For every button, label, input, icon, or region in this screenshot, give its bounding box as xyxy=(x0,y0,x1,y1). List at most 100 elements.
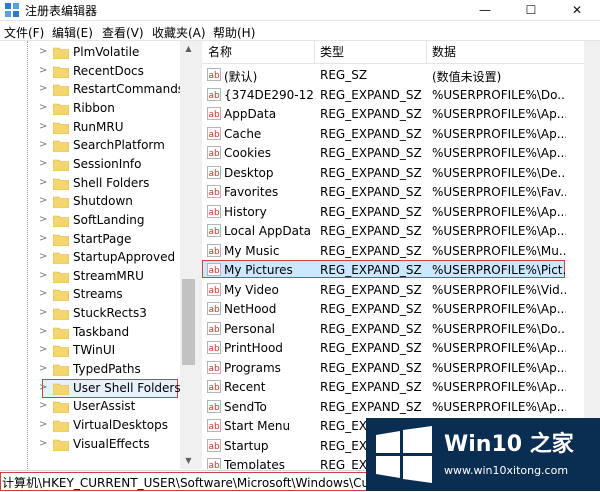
chevron-right-icon[interactable]: > xyxy=(39,288,47,300)
tree-item[interactable]: > TWinUI xyxy=(0,341,180,360)
close-button[interactable]: ✕ xyxy=(554,0,600,20)
tree-item[interactable]: > VirtualDesktops xyxy=(0,416,180,435)
value-row[interactable]: ab Programs REG_EXPAND_SZ %USERPROFILE%\Ap.… xyxy=(202,358,600,378)
folder-icon xyxy=(53,402,69,414)
chevron-right-icon[interactable]: > xyxy=(39,419,47,431)
tree-item[interactable]: > User Shell Folders xyxy=(0,378,181,398)
chevron-right-icon[interactable]: > xyxy=(39,46,47,58)
tree-item[interactable]: > StreamMRU xyxy=(0,267,180,286)
value-type: REG_EXPAND_SZ xyxy=(320,341,422,355)
chevron-right-icon[interactable]: > xyxy=(39,233,47,245)
key-tree-pane[interactable]: > PlmVolatile > RecentDocs > RestartCommands >… xyxy=(0,41,197,469)
value-row[interactable]: ab NetHood REG_EXPAND_SZ %USERPROFILE%\Ap..… xyxy=(202,299,600,319)
value-type: REG_EXPAND_SZ xyxy=(320,243,422,258)
value-name: My Pictures xyxy=(224,263,293,277)
folder-icon xyxy=(53,47,69,59)
tree-item-label: RunMRU xyxy=(73,119,124,134)
svg-text:ab: ab xyxy=(209,364,221,374)
list-scrollbar[interactable] xyxy=(584,41,600,469)
chevron-right-icon[interactable]: > xyxy=(39,139,47,151)
value-row[interactable]: ab History REG_EXPAND_SZ %USERPROFILE%\Ap..… xyxy=(202,202,600,222)
tree-item[interactable]: > VisualEffects xyxy=(0,435,180,454)
tree-item[interactable]: > SessionInfo xyxy=(0,155,180,174)
menu-help[interactable]: 帮助(H) xyxy=(213,24,255,41)
value-row[interactable]: ab PrintHood REG_EXPAND_SZ %USERPROFILE%\Ap… xyxy=(202,338,600,358)
tree-item[interactable]: > RecentDocs xyxy=(0,62,180,81)
value-row[interactable]: ab Cache REG_EXPAND_SZ %USERPROFILE%\Ap... xyxy=(202,124,600,144)
svg-text:ab: ab xyxy=(209,247,221,257)
chevron-right-icon[interactable]: > xyxy=(39,326,47,338)
value-row[interactable]: ab{374DE290-12... REG_EXPAND_SZ %USERPROFI… xyxy=(202,85,600,105)
chevron-right-icon[interactable]: > xyxy=(39,251,47,263)
tree-item[interactable]: > SearchPlatform xyxy=(0,136,180,155)
string-value-icon: ab xyxy=(207,458,221,469)
chevron-right-icon[interactable]: > xyxy=(39,270,47,282)
tree-item[interactable]: > TypedPaths xyxy=(0,360,180,379)
column-header-name[interactable]: 名称 xyxy=(202,41,314,63)
tree-item[interactable]: > StuckRects3 xyxy=(0,304,180,323)
tree-scrollbar[interactable]: ▲ ▼ xyxy=(180,41,197,469)
chevron-right-icon[interactable]: > xyxy=(39,382,47,394)
chevron-right-icon[interactable]: > xyxy=(39,438,47,450)
tree-item[interactable]: > PlmVolatile xyxy=(0,43,180,62)
menu-view[interactable]: 查看(V) xyxy=(102,24,144,41)
menu-edit[interactable]: 编辑(E) xyxy=(52,24,93,41)
value-row[interactable]: ab Recent REG_EXPAND_SZ %USERPROFILE%\Ap... xyxy=(202,377,600,397)
scroll-up-arrow-icon[interactable]: ▲ xyxy=(180,41,197,57)
tree-item[interactable]: > RestartCommands xyxy=(0,80,184,99)
scroll-down-arrow-icon[interactable]: ▼ xyxy=(180,453,197,469)
value-row[interactable]: ab Favorites REG_EXPAND_SZ %USERPROFILE%\Fa… xyxy=(202,182,600,202)
value-row[interactable]: ab Local AppData REG_EXPAND_SZ %USERPROFILE… xyxy=(202,221,600,241)
tree-item[interactable]: > Shutdown xyxy=(0,192,180,211)
chevron-right-icon[interactable]: > xyxy=(39,195,47,207)
chevron-right-icon[interactable]: > xyxy=(39,400,47,412)
tree-item[interactable]: > StartPage xyxy=(0,230,180,249)
value-row[interactable]: ab Desktop REG_EXPAND_SZ %USERPROFILE%\De..… xyxy=(202,163,600,183)
value-type: REG_EXPAND_SZ xyxy=(320,87,422,102)
value-row[interactable]: ab My Video REG_EXPAND_SZ %USERPROFILE%\Vid… xyxy=(202,280,600,300)
column-header-data[interactable]: 数据 xyxy=(426,41,576,63)
column-header-type[interactable]: 类型 xyxy=(314,41,426,63)
tree-item[interactable]: > SoftLanding xyxy=(0,211,180,230)
tree-item-label: TypedPaths xyxy=(73,362,141,377)
tree-item[interactable]: > Taskband xyxy=(0,323,180,342)
value-row[interactable]: ab Cookies REG_EXPAND_SZ %USERPROFILE%\Ap..… xyxy=(202,143,600,163)
chevron-right-icon[interactable]: > xyxy=(39,307,47,319)
tree-item[interactable]: > Ribbon xyxy=(0,99,180,118)
chevron-right-icon[interactable]: > xyxy=(39,65,47,77)
value-row[interactable]: ab Personal REG_EXPAND_SZ %USERPROFILE%\Do.… xyxy=(202,319,600,339)
chevron-right-icon[interactable]: > xyxy=(39,344,47,356)
chevron-right-icon[interactable]: > xyxy=(39,102,47,114)
tree-item-label: User Shell Folders xyxy=(73,380,181,395)
tree-item[interactable]: > Shell Folders xyxy=(0,174,180,193)
tree-item[interactable]: > Streams xyxy=(0,285,180,304)
menu-favorites[interactable]: 收藏夹(A) xyxy=(152,24,206,41)
tree-item[interactable]: > RunMRU xyxy=(0,118,180,137)
value-name: PrintHood xyxy=(224,341,283,355)
string-value-icon: ab xyxy=(207,243,221,257)
value-row[interactable]: ab AppData REG_EXPAND_SZ %USERPROFILE%\Ap..… xyxy=(202,104,600,124)
minimize-button[interactable]: — xyxy=(462,0,508,20)
value-row[interactable]: ab SendTo REG_EXPAND_SZ %USERPROFILE%\Ap... xyxy=(202,397,600,417)
chevron-right-icon[interactable]: > xyxy=(39,158,47,170)
svg-text:ab: ab xyxy=(209,91,221,101)
value-row[interactable]: ab My Pictures REG_EXPAND_SZ %USERPROFILE%\… xyxy=(202,260,600,280)
chevron-right-icon[interactable]: > xyxy=(39,121,47,133)
string-value-icon: ab xyxy=(207,146,221,159)
tree-item[interactable]: > UserAssist xyxy=(0,397,180,416)
tree-item-label: SearchPlatform xyxy=(73,138,165,153)
values-list-pane[interactable]: 名称 类型 数据 ab (默认) REG_SZ (数值未设置) ab {374DE290-… xyxy=(202,41,600,469)
value-row[interactable]: ab (默认) REG_SZ (数值未设置) xyxy=(202,65,600,85)
chevron-right-icon[interactable]: > xyxy=(39,214,47,226)
chevron-right-icon[interactable]: > xyxy=(39,177,47,189)
tree-scroll-thumb[interactable] xyxy=(182,279,195,365)
chevron-right-icon[interactable]: > xyxy=(39,363,47,375)
chevron-right-icon[interactable]: > xyxy=(39,83,47,95)
tree-item[interactable]: > StartupApproved xyxy=(0,248,180,267)
menu-file[interactable]: 文件(F) xyxy=(4,24,44,41)
string-value-icon: ab xyxy=(207,204,221,218)
svg-text:ab: ab xyxy=(209,227,221,237)
folder-icon xyxy=(53,140,69,153)
value-row[interactable]: ab My Music REG_EXPAND_SZ %USERPROFILE%\Mu.… xyxy=(202,241,600,261)
maximize-button[interactable]: ☐ xyxy=(508,0,554,20)
